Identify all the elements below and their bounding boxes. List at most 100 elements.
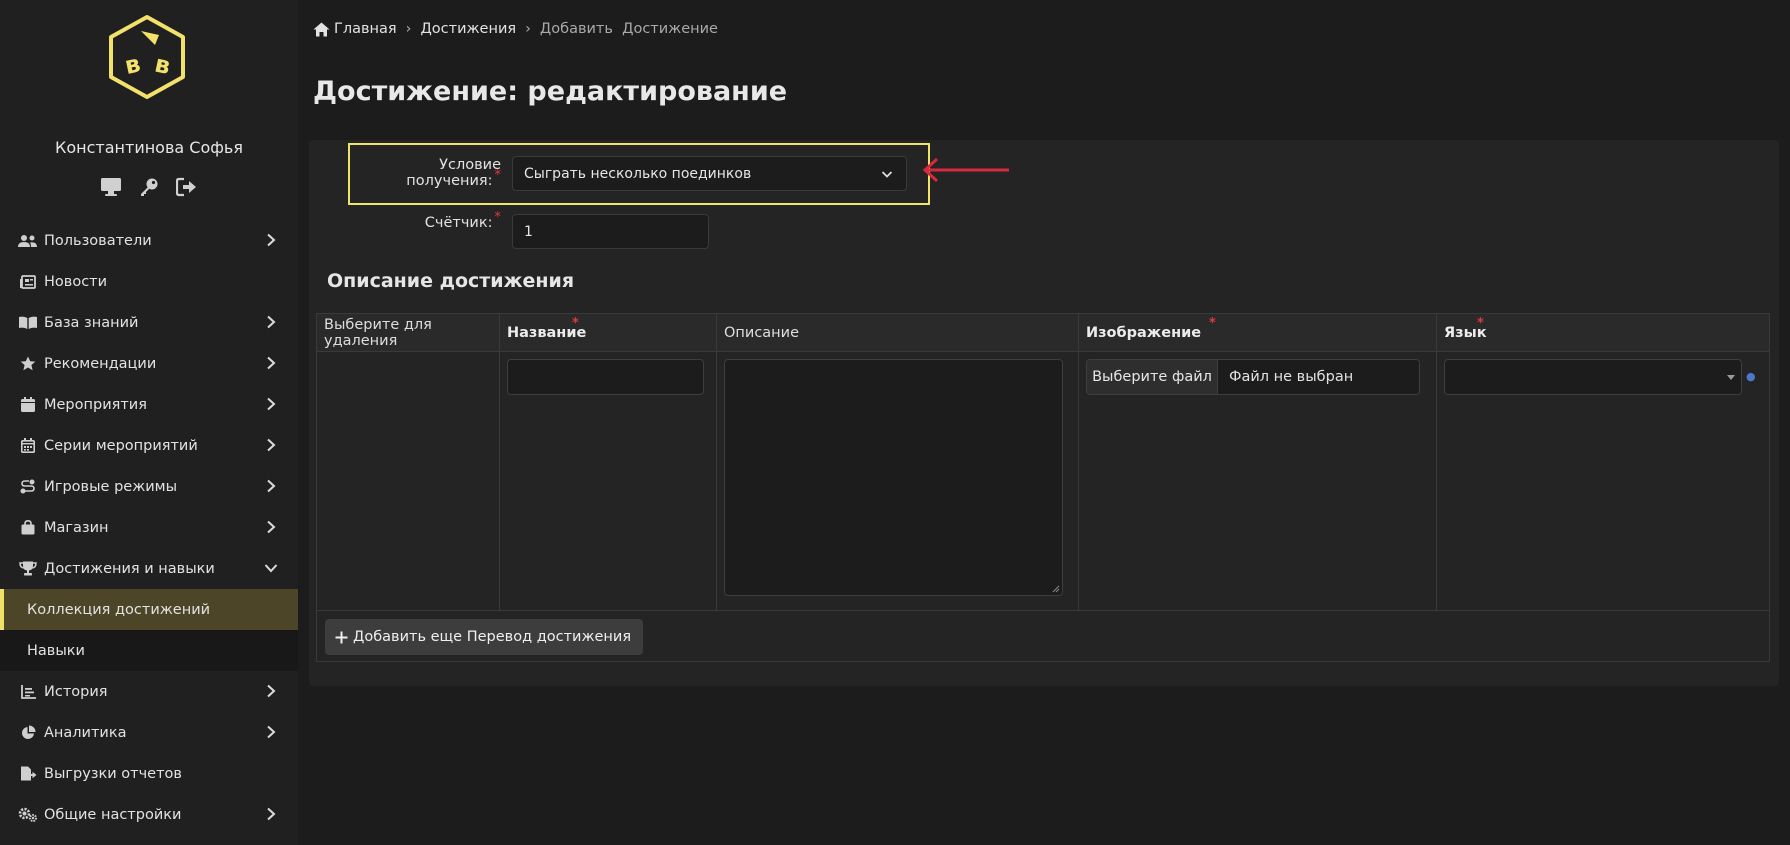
breadcrumb-separator: ›	[525, 21, 531, 37]
cogs-icon	[18, 807, 38, 823]
sidebar-item-events[interactable]: Мероприятия	[0, 384, 298, 425]
user-actions	[0, 176, 298, 198]
sidebar-item-users[interactable]: Пользователи	[0, 220, 298, 261]
home-icon	[313, 22, 330, 36]
sidebar-item-history[interactable]: История	[0, 671, 298, 712]
description-textarea[interactable]	[724, 359, 1063, 596]
sidebar-item-label: История	[44, 683, 108, 700]
required-mark: *	[494, 210, 502, 225]
info-dot-icon: ●	[1746, 370, 1756, 383]
chevron-right-icon	[267, 438, 276, 452]
required-mark: *	[572, 316, 579, 331]
newspaper-icon	[18, 274, 38, 290]
caret-down-icon	[1727, 375, 1735, 380]
sidebar-item-event-series[interactable]: Серии мероприятий	[0, 425, 298, 466]
table-cell-name	[500, 352, 717, 610]
sidebar-subitem-achievement-collection[interactable]: Коллекция достижений	[0, 589, 298, 630]
monitor-icon[interactable]	[99, 176, 123, 198]
sidebar-item-label: Новости	[44, 273, 108, 290]
user-name: Константинова Софья	[55, 138, 243, 157]
calendar-grid-icon	[18, 438, 38, 454]
condition-select[interactable]: Сыграть несколько поединков	[512, 156, 907, 191]
image-file-input[interactable]: Выберите файл Файл не выбран	[1086, 359, 1420, 395]
required-mark: *	[1209, 316, 1216, 331]
counter-input[interactable]: 1	[512, 214, 709, 249]
chevron-right-icon	[267, 233, 276, 247]
file-status: Файл не выбран	[1218, 360, 1419, 394]
table-cell-description	[717, 352, 1079, 610]
sidebar-item-shop[interactable]: Магазин	[0, 507, 298, 548]
sidebar-item-report-exports[interactable]: Выгрузки отчетов	[0, 753, 298, 794]
sidebar-item-label: База знаний	[44, 314, 139, 331]
arrow-left-icon	[922, 157, 1009, 183]
column-header-description: Описание	[717, 314, 1079, 352]
table-cell-delete	[317, 352, 500, 610]
chevron-down-icon	[881, 171, 893, 178]
language-select[interactable]	[1444, 359, 1742, 395]
pie-chart-icon	[18, 725, 38, 741]
breadcrumb-achievements[interactable]: Достижения	[420, 21, 516, 37]
add-translation-button[interactable]: Добавить еще Перевод достижения	[325, 619, 644, 655]
breadcrumb: Главная › Достижения › Добавить Достижен…	[313, 21, 718, 37]
chevron-right-icon	[267, 315, 276, 329]
table-cell-image: Выберите файл Файл не выбран	[1079, 352, 1437, 610]
sidebar-item-label: Пользователи	[44, 232, 152, 249]
choose-file-button[interactable]: Выберите файл	[1087, 360, 1218, 394]
svg-text:в: в	[122, 49, 143, 80]
breadcrumb-separator: ›	[405, 21, 412, 37]
name-input[interactable]	[507, 359, 704, 395]
sidebar-item-label: Аналитика	[44, 724, 127, 741]
sidebar-item-label: Достижения и навыки	[44, 560, 215, 577]
table-cell-language: ●	[1437, 352, 1769, 610]
condition-label: Условие получения: *	[406, 157, 502, 189]
sidebar-item-achievements-skills[interactable]: Достижения и навыки	[0, 548, 298, 589]
sidebar-item-news[interactable]: Новости	[0, 261, 298, 302]
chart-line-icon	[18, 684, 38, 700]
sidebar-item-general-settings[interactable]: Общие настройки	[0, 794, 298, 835]
shopping-bag-icon	[18, 520, 38, 536]
sidebar-item-label: Игровые режимы	[44, 478, 178, 495]
chevron-right-icon	[267, 479, 276, 493]
breadcrumb-current: Добавить Достижение	[539, 21, 718, 37]
column-header-name: Название *	[500, 314, 717, 352]
column-header-language: Язык *	[1444, 316, 1487, 341]
section-title: Описание достижения	[327, 270, 575, 292]
book-icon	[18, 315, 38, 331]
svg-text:в: в	[152, 50, 173, 81]
logout-icon[interactable]	[175, 176, 199, 198]
chevron-right-icon	[267, 684, 276, 698]
edit-form-panel: Условие получения: * Сыграть несколько по…	[309, 140, 1779, 686]
page-title: Достижение: редактирование	[313, 76, 788, 107]
chevron-down-icon	[264, 564, 278, 573]
sidebar-item-knowledge-base[interactable]: База знаний	[0, 302, 298, 343]
sidebar-item-label: Общие настройки	[44, 806, 182, 823]
chevron-right-icon	[267, 725, 276, 739]
file-export-icon	[18, 766, 38, 782]
route-icon	[18, 479, 38, 495]
app-root: в в Константинова Софья Пользователи Нов…	[0, 0, 1790, 845]
key-icon[interactable]	[137, 176, 161, 198]
sidebar-item-analytics[interactable]: Аналитика	[0, 712, 298, 753]
sidebar-item-game-modes[interactable]: Игровые режимы	[0, 466, 298, 507]
chevron-right-icon	[267, 520, 276, 534]
sidebar-item-recommendations[interactable]: Рекомендации	[0, 343, 298, 384]
chevron-right-icon	[267, 397, 276, 411]
sidebar-item-label: Магазин	[44, 519, 109, 536]
plus-icon	[335, 631, 348, 643]
sidebar-subitem-skills[interactable]: Навыки	[0, 630, 298, 671]
star-icon	[18, 356, 38, 372]
table-footer: Добавить еще Перевод достижения	[317, 610, 1769, 662]
breadcrumb-home[interactable]: Главная	[313, 21, 397, 37]
sidebar-item-label: Коллекция достижений	[27, 601, 211, 618]
column-header-image: Изображение *	[1079, 314, 1437, 352]
chevron-right-icon	[267, 807, 276, 821]
sidebar-item-label: Навыки	[27, 642, 85, 659]
required-mark: *	[494, 168, 502, 183]
sidebar-item-label: Серии мероприятий	[44, 437, 198, 454]
sidebar-item-label: Рекомендации	[44, 355, 157, 372]
sidebar: в в Константинова Софья Пользователи Нов…	[0, 0, 298, 845]
table-header: Выберите для удаления Название * Описание…	[317, 314, 1769, 352]
translations-table: Выберите для удаления Название * Описание…	[316, 313, 1770, 662]
chevron-right-icon	[267, 356, 276, 370]
resize-handle-icon[interactable]	[1051, 584, 1060, 593]
